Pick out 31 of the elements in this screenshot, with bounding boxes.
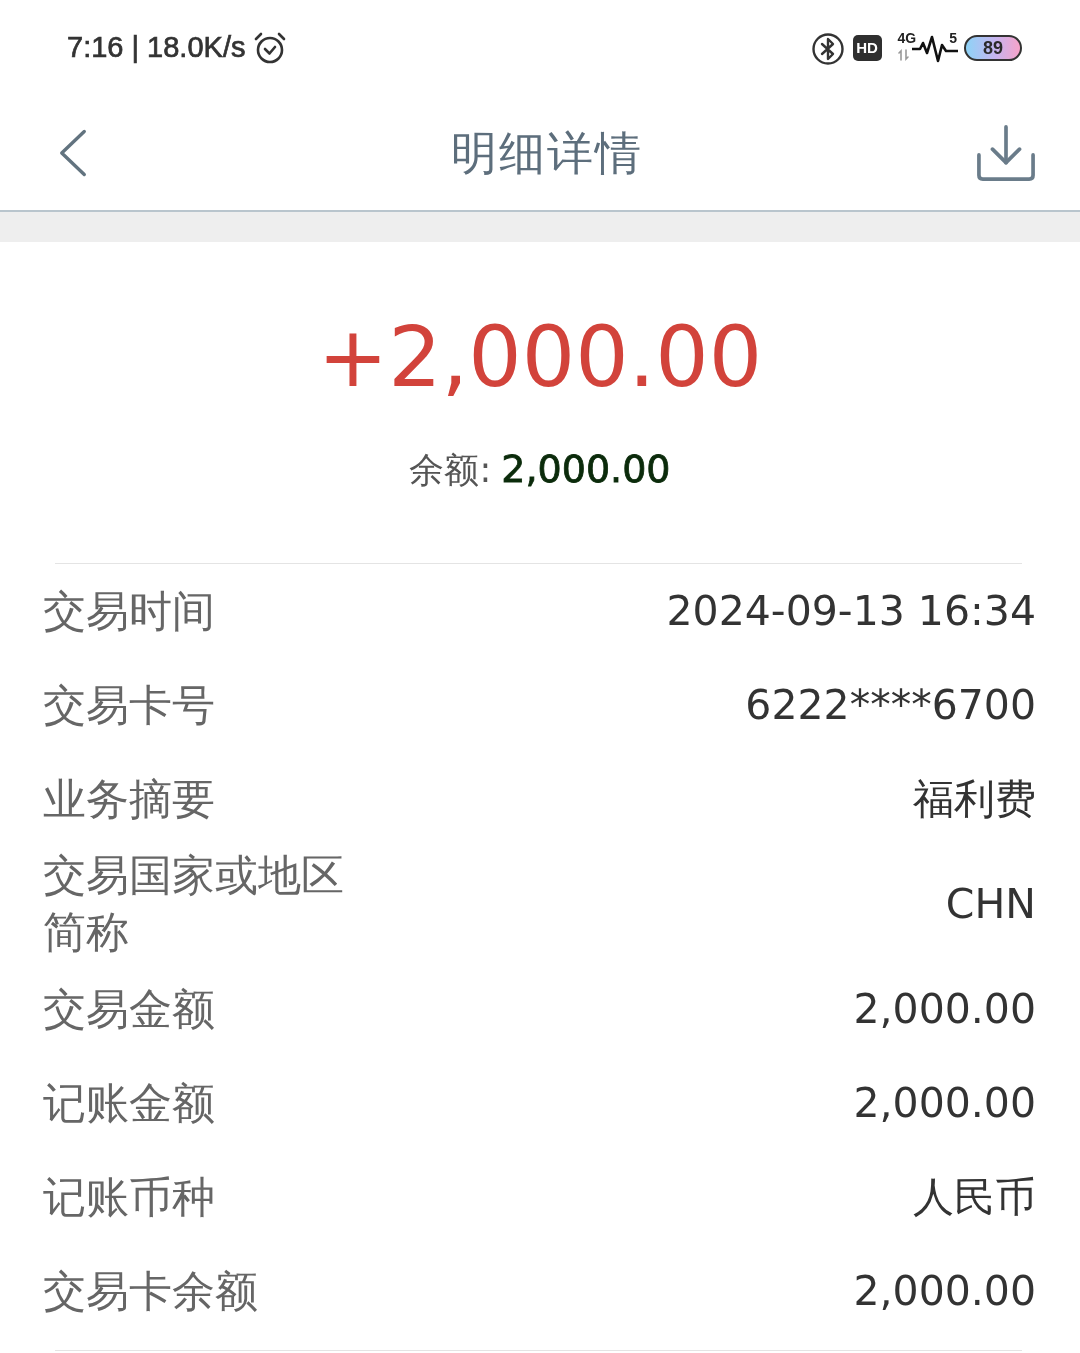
alarm-clock-icon — [253, 30, 288, 65]
back-icon — [58, 127, 88, 178]
detail-label: 交易卡余额 — [43, 1264, 258, 1318]
detail-value: 2,000.00 — [853, 983, 1036, 1035]
detail-value: 人民币 — [913, 1171, 1036, 1223]
battery-indicator: 89 — [964, 34, 1022, 61]
detail-label: 记账金额 — [43, 1076, 215, 1130]
detail-label: 交易卡号 — [43, 678, 215, 732]
balance-label: 余额: — [409, 449, 492, 492]
download-button[interactable] — [976, 123, 1036, 182]
detail-value: 2024-09-13 16:34 — [666, 585, 1036, 637]
detail-label: 交易金额 — [43, 982, 215, 1036]
detail-label: 业务摘要 — [43, 772, 215, 826]
signal-label: 5 — [949, 30, 957, 45]
detail-label: 记账币种 — [43, 1170, 215, 1224]
hd-indicator: HD — [852, 34, 882, 61]
page-title: 明细详情 — [451, 129, 643, 176]
detail-label: 交易国家或地区简称 — [43, 849, 345, 959]
back-button[interactable] — [58, 127, 88, 178]
detail-value: CHN — [945, 878, 1036, 930]
detail-value: 2,000.00 — [853, 1265, 1036, 1317]
network-type: 4G — [897, 30, 917, 45]
balance-value: 2,000.00 — [501, 446, 671, 492]
bluetooth-icon — [810, 30, 845, 65]
download-icon — [976, 123, 1036, 182]
detail-value: 2,000.00 — [853, 1077, 1036, 1129]
status-time: 7:16 | 18.0K/s — [67, 33, 246, 62]
detail-value: 福利费 — [913, 773, 1036, 825]
detail-label: 交易时间 — [43, 584, 215, 638]
transaction-amount: +2,000.00 — [317, 307, 763, 407]
detail-value: 6222****6700 — [745, 679, 1036, 731]
